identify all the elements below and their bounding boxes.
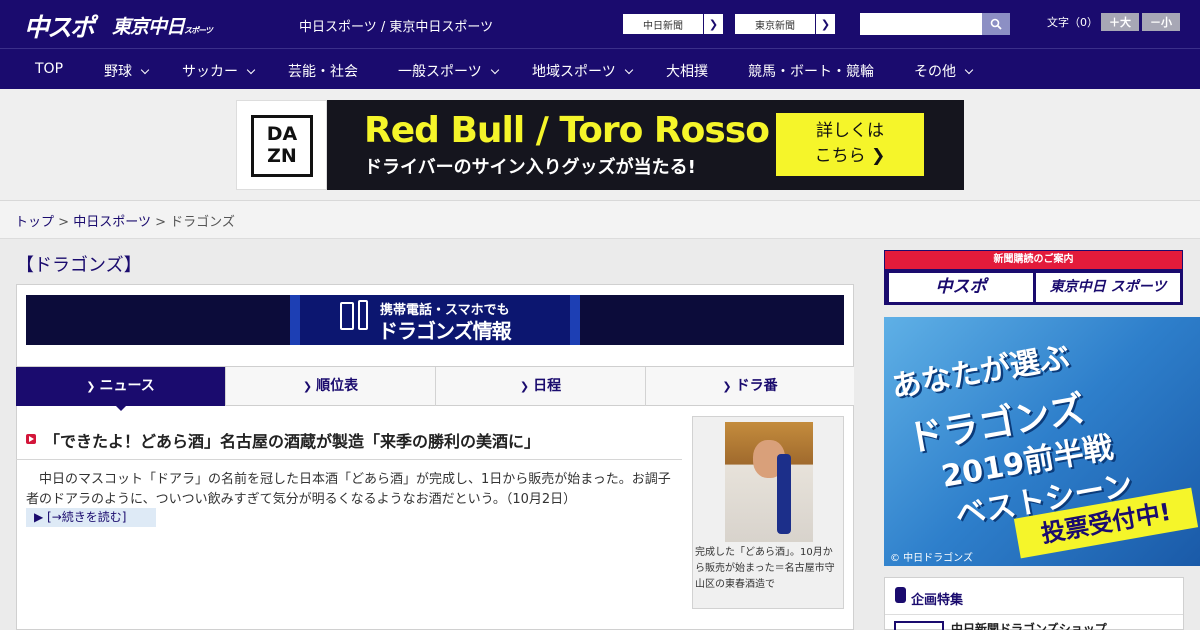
- divider: [16, 459, 682, 460]
- nav-item-sumo[interactable]: 大相撲: [666, 61, 708, 81]
- subscribe-chuspo-button[interactable]: 中スポ: [889, 273, 1033, 302]
- chevron-right-icon: ❯: [722, 380, 732, 393]
- tab-label: ドラ番: [735, 378, 778, 394]
- ad-title: Red Bull / Toro Rosso: [364, 110, 770, 151]
- tab-label: 順位表: [316, 378, 359, 394]
- article-photo[interactable]: 完成した「どあら酒」。10月から販売が始まった＝名古屋市守山区の東春酒造で: [692, 416, 844, 609]
- nav-label: 地域スポーツ: [532, 64, 616, 80]
- tokyo-chunichi-logo[interactable]: 東京中日スポーツ: [112, 12, 213, 39]
- tokyo-logo-small: スポーツ: [184, 26, 213, 35]
- chuspo-logo[interactable]: 中スポ: [24, 8, 95, 44]
- feature-title: 企画特集: [911, 593, 964, 608]
- search-input[interactable]: [860, 13, 982, 35]
- content-tabs: ❯ ニュース ❯ 順位表 ❯ 日程 ❯ ドラ番: [16, 366, 854, 406]
- breadcrumb-separator: >: [58, 215, 70, 230]
- chevron-down-icon: [624, 65, 633, 75]
- nav-label: 一般スポーツ: [398, 64, 482, 80]
- nav-item-racing[interactable]: 競馬・ボート・競輪: [748, 61, 874, 81]
- nav-label: 芸能・社会: [288, 64, 358, 80]
- best-scene-vote-ad[interactable]: あなたが選ぶ ドラゴンズ 2019前半戦 ベストシーン 投票受付中! © 中日ド…: [884, 317, 1200, 566]
- chevron-down-icon: [140, 65, 150, 75]
- nav-label: 野球: [104, 64, 132, 80]
- search-button[interactable]: [982, 13, 1010, 35]
- active-tab-pointer: [114, 404, 128, 411]
- nav-item-other[interactable]: その他: [914, 61, 974, 81]
- article-summary: 中日のマスコット「ドアラ」の名前を冠した日本酒「どあら酒」が完成し、1日から販売…: [26, 472, 671, 507]
- chevron-down-icon: [246, 65, 256, 75]
- chevron-right-icon: ❯: [302, 380, 313, 393]
- nav-label: 大相撲: [666, 64, 708, 80]
- breadcrumb: トップ > 中日スポーツ > ドラゴンズ: [15, 211, 235, 230]
- tab-news[interactable]: ❯ ニュース: [16, 367, 226, 406]
- divider: [885, 614, 1183, 615]
- chevron-right-icon: ❯: [815, 14, 835, 34]
- mobile-phone-icon: [340, 302, 354, 330]
- photo-caption: 完成した「どあら酒」。10月から販売が始まった＝名古屋市守山区の東春酒造で: [695, 547, 835, 590]
- chunichi-shimbun-button[interactable]: 中日新聞 ❯: [622, 13, 724, 35]
- chevron-down-icon: [490, 65, 499, 75]
- ad-cta-button[interactable]: 詳しくは こちら ❯: [776, 113, 924, 176]
- article-title[interactable]: 「できたよ！どあら酒」名古屋の酒蔵が製造「来季の勝利の美酒に」: [44, 428, 540, 452]
- vote-ad-copyright: © 中日ドラゴンズ: [890, 553, 973, 564]
- article-photo-image: [725, 422, 813, 542]
- subscribe-tokyo-chunichi-button[interactable]: 東京中日 スポーツ: [1036, 273, 1180, 302]
- subscription-box: 新聞購読のご案内 中スポ 東京中日 スポーツ: [884, 250, 1183, 305]
- sake-bottle-figure: [777, 454, 791, 534]
- tab-label: ニュース: [99, 378, 155, 394]
- mobile-dragons-banner[interactable]: 携帯電話・スマホでも ドラゴンズ情報: [26, 295, 844, 345]
- nav-item-local-sports[interactable]: 地域スポーツ: [532, 61, 633, 81]
- tab-standings[interactable]: ❯ 順位表: [226, 367, 436, 406]
- subscription-header: 新聞購読のご案内: [885, 251, 1182, 269]
- tokyo-logo-text: 東京中日: [112, 16, 185, 38]
- chevron-right-icon: ❯: [86, 380, 96, 393]
- tab-label: 日程: [533, 378, 562, 394]
- video-icon: [26, 434, 36, 444]
- mobile-banner-inner: 携帯電話・スマホでも ドラゴンズ情報: [290, 295, 580, 345]
- tokyo-shimbun-button[interactable]: 東京新聞 ❯: [734, 13, 836, 35]
- ad-cta-line1: 詳しくは: [816, 121, 884, 141]
- feature-box: 企画特集 中日新聞ドラゴンズショップ: [884, 577, 1184, 630]
- read-more-link[interactable]: ▶ [→続きを読む]: [26, 508, 156, 527]
- tab-schedule[interactable]: ❯ 日程: [436, 367, 646, 406]
- chevron-down-icon: [964, 65, 974, 75]
- top-header: 中スポ 東京中日スポーツ 中日スポーツ / 東京中日スポーツ 中日新聞 ❯ 東京…: [0, 0, 1200, 48]
- page-title: 【ドラゴンズ】: [16, 255, 142, 276]
- nav-item-general-sports[interactable]: 一般スポーツ: [398, 61, 499, 81]
- nav-item-soccer[interactable]: サッカー: [182, 61, 256, 81]
- ad-cta-line2: こちら ❯: [814, 146, 886, 166]
- ad-subtitle: ドライバーのサイン入りグッズが当たる!: [364, 157, 696, 178]
- dazn-logo: DA ZN: [236, 100, 327, 190]
- ribbon-icon: [895, 587, 906, 603]
- dazn-logo-text: DA ZN: [251, 115, 313, 177]
- search-icon: [990, 18, 1002, 30]
- tab-dora-ban[interactable]: ❯ ドラ番: [646, 367, 854, 406]
- nav-label: TOP: [35, 61, 64, 77]
- chunichi-shimbun-label: 中日新聞: [643, 20, 683, 32]
- mobile-banner-line2: ドラゴンズ情報: [378, 319, 512, 343]
- breadcrumb-current: ドラゴンズ: [170, 215, 235, 230]
- breadcrumb-chunichi-sports[interactable]: 中日スポーツ: [73, 215, 151, 230]
- redbull-ad-banner[interactable]: DA ZN Red Bull / Toro Rosso ドライバーのサイン入りグ…: [236, 100, 964, 190]
- tokyo-shimbun-label: 東京新聞: [755, 20, 795, 32]
- chevron-right-icon: ❯: [519, 380, 530, 393]
- font-size-label: 文字（0）: [1047, 16, 1098, 29]
- font-bigger-button[interactable]: ＋大: [1101, 13, 1139, 31]
- chevron-right-icon: ❯: [703, 14, 723, 34]
- nav-item-entertainment[interactable]: 芸能・社会: [288, 61, 358, 81]
- site-name: 中日スポーツ / 東京中日スポーツ: [299, 20, 494, 35]
- breadcrumb-separator: >: [155, 215, 166, 230]
- shop-thumbnail[interactable]: [894, 621, 944, 630]
- nav-label: その他: [914, 64, 956, 80]
- main-nav: TOP 野球 サッカー 芸能・社会 一般スポーツ 地域スポーツ 大相撲 競馬・ボ…: [0, 48, 1200, 89]
- smartphone-icon: [358, 300, 368, 330]
- nav-label: 競馬・ボート・競輪: [748, 64, 874, 80]
- nav-item-top[interactable]: TOP: [35, 61, 63, 77]
- font-smaller-button[interactable]: －小: [1142, 13, 1180, 31]
- breadcrumb-home[interactable]: トップ: [15, 215, 54, 230]
- feature-item-dragons-shop[interactable]: 中日新聞ドラゴンズショップ: [951, 620, 1107, 630]
- nav-label: サッカー: [182, 64, 238, 80]
- nav-item-baseball[interactable]: 野球: [104, 61, 150, 81]
